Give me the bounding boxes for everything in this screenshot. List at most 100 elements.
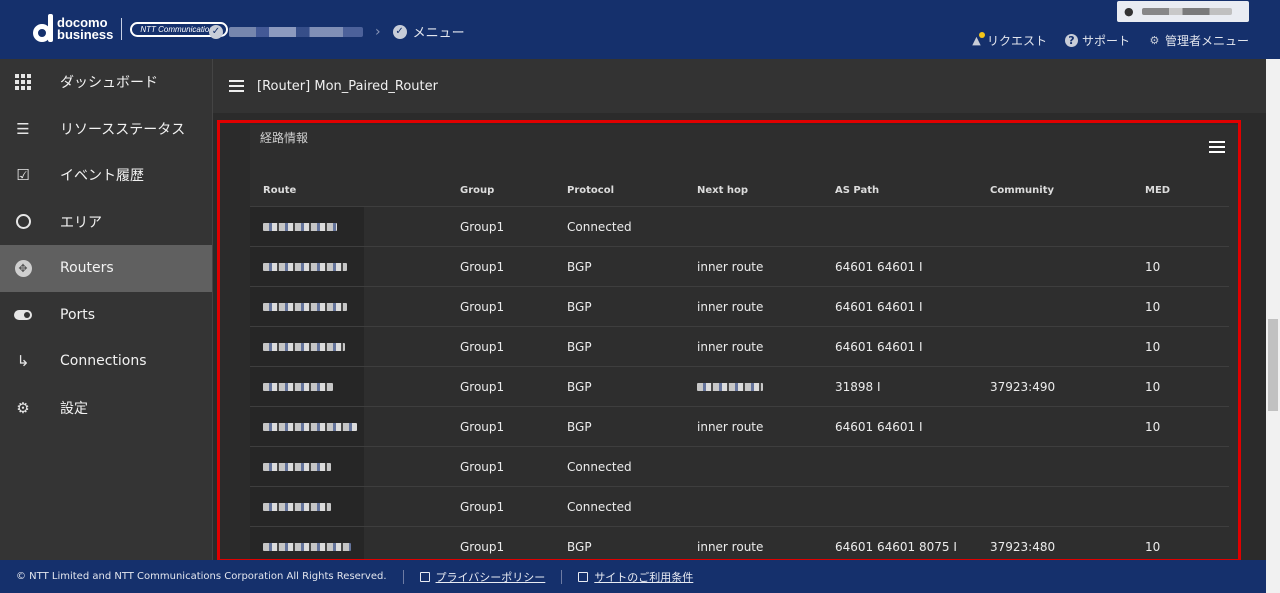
sidebar-item-label: Routers [60, 260, 114, 277]
breadcrumb: ✓ › ✓ メニュー [209, 22, 465, 41]
support-label: サポート [1081, 34, 1130, 48]
sidebar-item-label: 設定 [60, 400, 88, 417]
sidebar-item-label: Ports [60, 306, 96, 323]
group-cell: Group1 [460, 299, 505, 314]
group-cell: Group1 [460, 379, 505, 394]
privacy-policy-link[interactable]: プライバシーポリシー [419, 569, 545, 585]
footer-divider [402, 569, 404, 584]
globe-icon [14, 213, 32, 231]
table-row[interactable]: Group1 Connected [250, 447, 1229, 487]
logo-line2: business [57, 27, 114, 42]
med-cell: 10 [1145, 379, 1161, 394]
table-row[interactable]: Group1 BGP 31898 I 37923:490 10 [250, 367, 1229, 407]
gear-icon: ⚙ [16, 398, 30, 417]
route-redacted [263, 422, 357, 431]
gear-icon: ⚙ [1149, 34, 1160, 47]
route-cell [263, 407, 357, 446]
sidebar-item-connections[interactable]: ↳ Connections [0, 338, 212, 385]
support-link[interactable]: ? サポート [1064, 32, 1130, 49]
sidebar-item-resource-status[interactable]: ☰ リソースステータス [0, 106, 212, 153]
sidebar-item-label: ダッシュボード [60, 75, 158, 92]
next-hop-cell [697, 367, 763, 406]
check-circle-icon: ✓ [392, 24, 407, 39]
check-circle-icon: ✓ [209, 24, 223, 39]
sidebar-item-event-history[interactable]: ☑ イベント履歴 [0, 152, 212, 199]
route-cell [263, 327, 345, 366]
route-redacted [263, 222, 337, 231]
breadcrumb-tenant-redacted[interactable] [229, 26, 363, 37]
ntt-logo-text: NTT Communications [140, 24, 218, 34]
sidebar-item-ports[interactable]: Ports [0, 292, 212, 339]
column-header-next-hop[interactable]: Next hop [697, 174, 748, 206]
terms-link[interactable]: サイトのご利用条件 [578, 569, 693, 585]
column-header-community[interactable]: Community [990, 174, 1054, 206]
table-row[interactable]: Group1 BGP inner route 64601 64601 I 10 [250, 247, 1229, 287]
main-content: [Router] Mon_Paired_Router 経路情報 Route Gr… [213, 59, 1280, 567]
route-cell [263, 447, 331, 486]
page-scrollbar-thumb[interactable] [1268, 319, 1278, 411]
sidebar-item-dashboard[interactable]: ダッシュボード [0, 59, 212, 106]
panel-menu-icon[interactable] [1209, 141, 1225, 153]
route-cell [263, 207, 337, 246]
protocol-cell: Connected [567, 219, 632, 234]
page-scrollbar[interactable] [1266, 59, 1280, 593]
as-path-cell: 64601 64601 I [835, 259, 923, 274]
username-redacted [1141, 8, 1232, 15]
column-header-route[interactable]: Route [263, 174, 296, 206]
group-cell: Group1 [460, 459, 505, 474]
user-account-button[interactable]: ● [1117, 1, 1249, 22]
column-header-group[interactable]: Group [460, 174, 494, 206]
column-header-as-path[interactable]: AS Path [835, 174, 879, 206]
menu-toggle-icon[interactable] [229, 80, 244, 92]
route-redacted [263, 462, 331, 471]
table-row[interactable]: Group1 BGP inner route 64601 64601 I 10 [250, 287, 1229, 327]
next-hop-cell: inner route [697, 419, 764, 434]
group-cell: Group1 [460, 499, 505, 514]
table-row[interactable]: Group1 Connected [250, 487, 1229, 527]
admin-menu-label: 管理者メニュー [1164, 34, 1249, 48]
header-links: ▲ リクエスト ? サポート ⚙ 管理者メニュー [952, 32, 1249, 49]
column-header-protocol[interactable]: Protocol [567, 174, 614, 206]
as-path-cell: 64601 64601 I [835, 419, 923, 434]
list-check-icon: ☰ [16, 119, 30, 138]
admin-menu-link[interactable]: ⚙ 管理者メニュー [1148, 32, 1249, 49]
table-row[interactable]: Group1 BGP inner route 64601 64601 I 10 [250, 327, 1229, 367]
terms-label: サイトのご利用条件 [594, 570, 694, 584]
copyright-text: © NTT Limited and NTT Communications Cor… [16, 571, 387, 582]
docomo-business-logo[interactable]: docomo business NTT Communications [33, 14, 228, 44]
external-link-icon [578, 571, 589, 582]
community-cell: 37923:490 [990, 379, 1056, 394]
table-row[interactable]: Group1 Connected [250, 207, 1229, 247]
sidebar-item-settings[interactable]: ⚙ 設定 [0, 385, 212, 432]
request-link[interactable]: ▲ リクエスト [970, 32, 1047, 49]
next-hop-cell: inner route [697, 339, 764, 354]
footer-divider [561, 569, 563, 584]
column-header-med[interactable]: MED [1145, 174, 1170, 206]
route-cell [263, 487, 331, 526]
page-header: [Router] Mon_Paired_Router [213, 59, 1266, 113]
protocol-cell: BGP [567, 339, 592, 354]
table-row[interactable]: Group1 BGP inner route 64601 64601 I 10 [250, 407, 1229, 447]
docomo-d-logo-icon [33, 14, 53, 44]
route-table: Route Group Protocol Next hop AS Path Co… [250, 174, 1229, 567]
bell-icon: ▲ [970, 32, 985, 47]
route-cell [263, 367, 333, 406]
next-hop-redacted [697, 382, 763, 391]
breadcrumb-menu[interactable]: メニュー [413, 22, 465, 41]
router-icon: ✥ [14, 259, 32, 277]
sidebar-item-area[interactable]: エリア [0, 199, 212, 246]
route-redacted [263, 502, 331, 511]
panel-title: 経路情報 [260, 131, 309, 145]
sidebar-item-routers[interactable]: ✥ Routers [0, 245, 212, 292]
med-cell: 10 [1145, 299, 1161, 314]
protocol-cell: Connected [567, 499, 632, 514]
connection-icon: ↳ [16, 352, 30, 371]
as-path-cell: 64601 64601 I [835, 339, 923, 354]
group-cell: Group1 [460, 219, 505, 234]
sidebar-item-label: リソースステータス [60, 121, 186, 138]
route-redacted [263, 542, 351, 551]
footer: © NTT Limited and NTT Communications Cor… [0, 560, 1266, 593]
group-cell: Group1 [460, 339, 505, 354]
group-cell: Group1 [460, 259, 505, 274]
route-info-panel: 経路情報 Route Group Protocol Next hop AS Pa… [250, 125, 1241, 567]
